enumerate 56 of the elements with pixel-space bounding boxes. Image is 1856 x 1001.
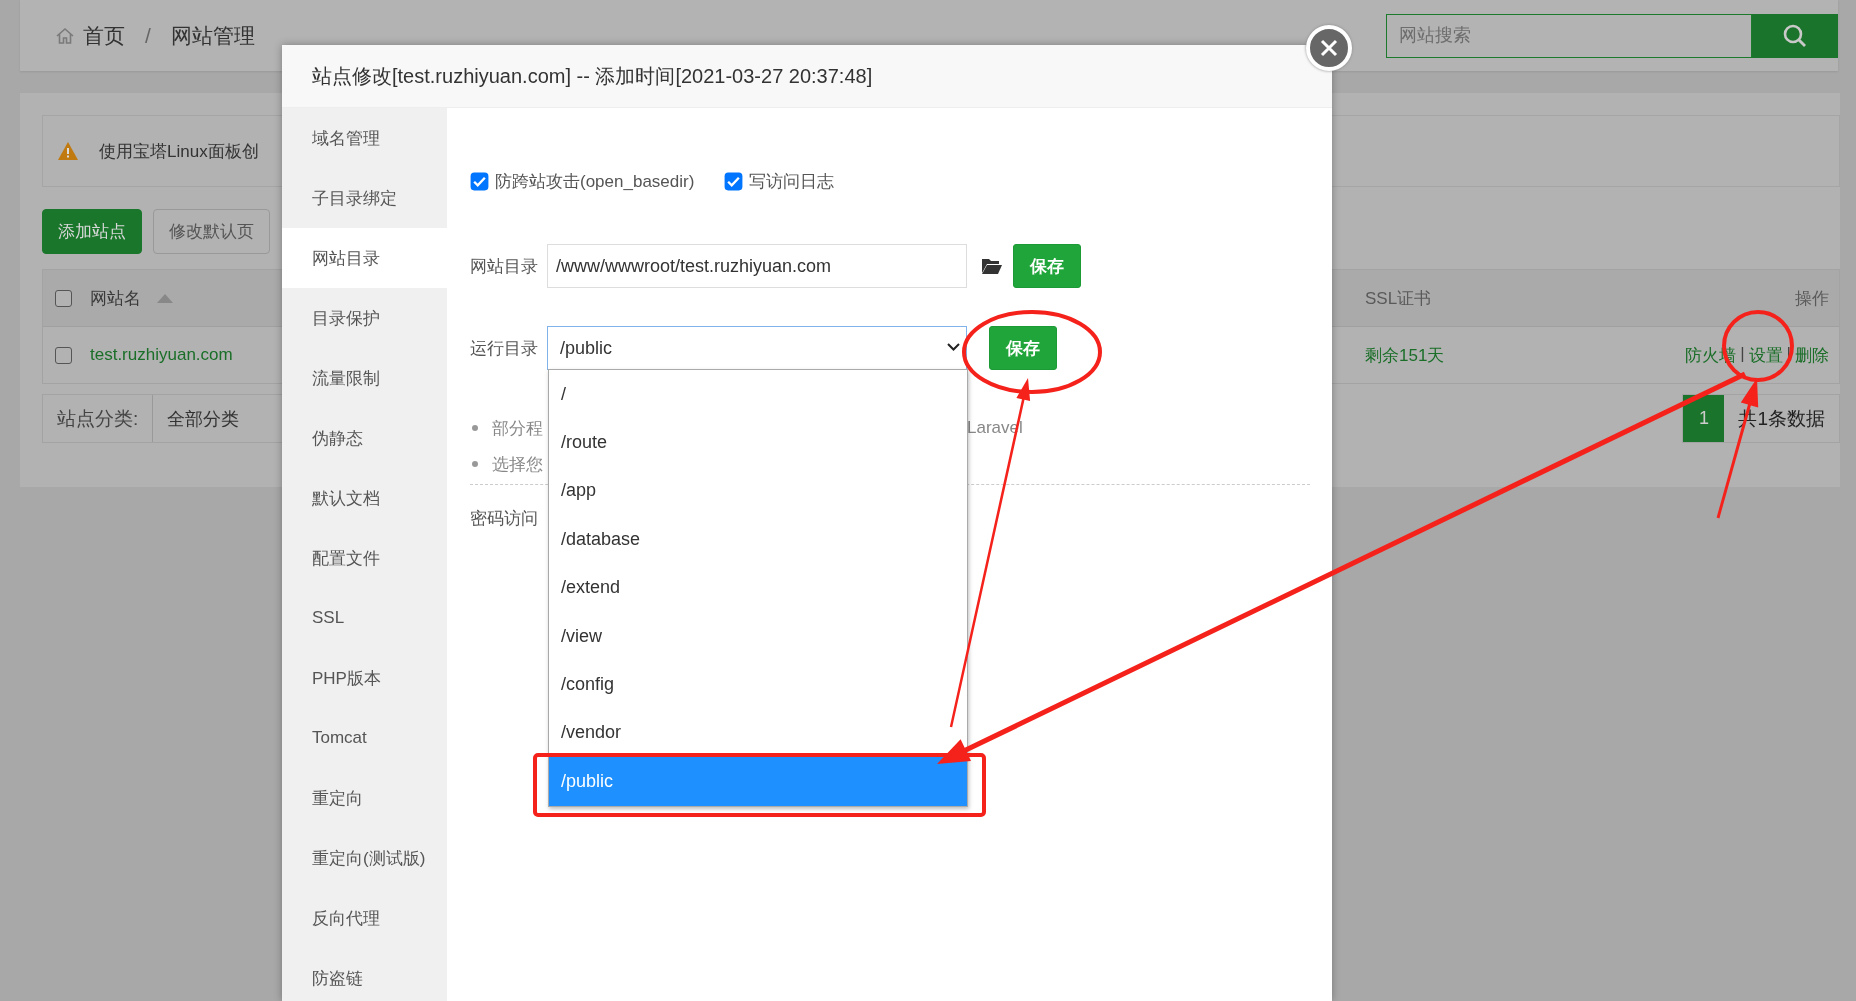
dropdown-option[interactable]: /vendor [549,708,967,758]
dropdown-option[interactable]: /config [549,660,967,709]
dropdown-option[interactable]: /database [549,515,967,564]
checkbox[interactable] [724,171,744,191]
sidebar-item[interactable]: 网站目录 [282,228,447,288]
dialog-title: 站点修改[test.ruzhiyuan.com] -- 添加时间[2021-03-27 20:37:48] [312,63,873,89]
path-field[interactable]: /www/wwwroot/test.ruzhiyuan.com [547,244,967,288]
bullet-icon [472,461,478,467]
dropdown-option[interactable]: /extend [549,563,967,612]
ssl-status: 剩余151天 [1365,345,1445,365]
sidebar-item[interactable]: 伪静态 [282,408,447,468]
field-label: 运行目录 [470,337,539,360]
sidebar-item[interactable]: 流量限制 [282,348,447,408]
alert-text: 使用宝塔Linux面板创 [99,140,259,163]
sidebar-item[interactable]: Tomcat [282,708,447,768]
section-label: 密码访问 [470,508,539,530]
sidebar-item[interactable]: 配置文件 [282,528,447,588]
breadcrumb-link[interactable]: 网站管理 [170,21,255,50]
add-site-button[interactable]: 添加站点 [42,209,142,254]
checkbox[interactable] [470,171,489,191]
breadcrumb-link[interactable]: 首页 [83,21,125,50]
sidebar-item[interactable]: 目录保护 [282,288,447,348]
dropdown-option[interactable]: /route [549,418,967,467]
link-separator: | [1740,343,1745,365]
edit-default-page-button[interactable]: 修改默认页 [153,209,270,254]
field-label: 网站目录 [470,255,539,278]
sidebar-item[interactable]: 反向代理 [282,888,447,948]
note-text: 部分程 [492,417,543,440]
column-header[interactable]: 网站名 [90,286,141,310]
checkbox[interactable] [55,346,72,364]
page-button[interactable]: 1 [1683,395,1725,442]
checkbox-label: 写访问日志 [749,170,835,193]
sidebar-item[interactable]: 重定向 [282,768,447,828]
checkbox-label: 防跨站攻击(open_basedir) [495,170,695,193]
checkbox[interactable] [55,289,72,307]
close-icon [1319,38,1339,58]
dropdown-option[interactable]: /view [549,611,967,661]
note-text: 选择您 [492,453,543,476]
sidebar-item[interactable]: PHP版本 [282,648,447,708]
dropdown-option[interactable]: / [549,370,967,419]
sidebar-item[interactable]: 默认文档 [282,468,447,528]
sidebar-item[interactable]: 重定向(测试版) [282,828,447,888]
dropdown-option[interactable]: /app [549,466,967,516]
sidebar-item[interactable]: 域名管理 [282,108,447,168]
search-field[interactable]: 网站搜索 [1386,13,1752,58]
warning-icon [57,141,79,161]
sidebar-item[interactable]: 子目录绑定 [282,168,447,228]
breadcrumb-separator: / [145,23,151,48]
sidebar-item[interactable]: 防盗链 [282,948,447,1001]
bullet-icon [472,425,478,431]
sidebar-item[interactable]: SSL [282,588,447,648]
search-button[interactable] [1752,13,1838,58]
home-icon[interactable] [55,25,75,46]
caret-icon [947,343,960,351]
search-icon [1782,22,1808,49]
folder-icon[interactable] [981,257,1003,275]
